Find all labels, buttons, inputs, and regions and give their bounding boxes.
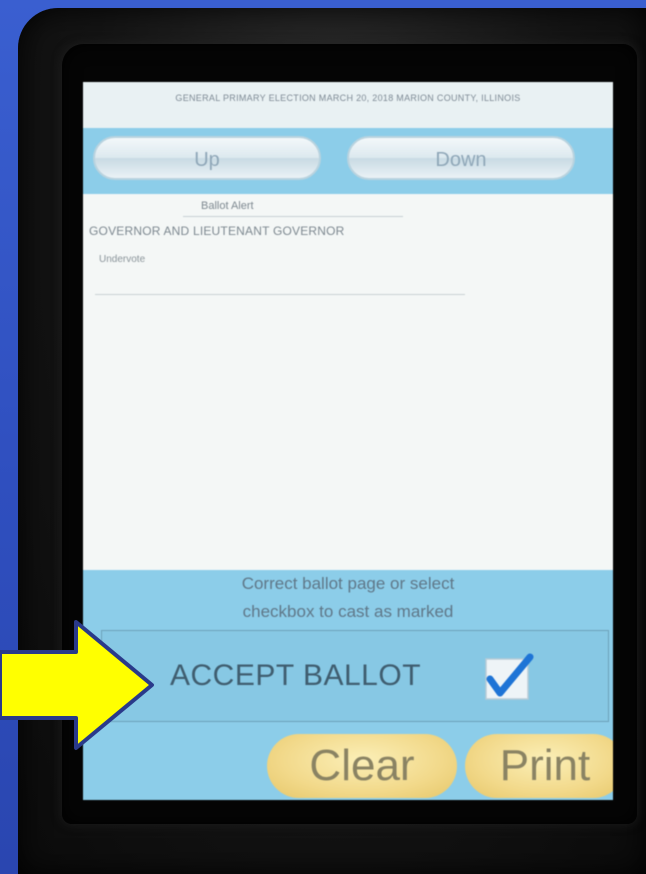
checkmark-icon[interactable] (482, 653, 536, 703)
ballot-alert-pane: Ballot Alert GOVERNOR AND LIEUTENANT GOV… (83, 194, 613, 570)
right-arrow-icon (0, 620, 154, 750)
race-name: GOVERNOR AND LIEUTENANT GOVERNOR (89, 224, 345, 238)
clear-button[interactable]: Clear (267, 734, 457, 798)
title-divider (183, 216, 403, 217)
instructions-line-1: Correct ballot page or select (241, 574, 455, 593)
instructions: Correct ballot page or select checkbox t… (83, 568, 613, 626)
instructions-line-2: checkbox to cast as marked (242, 602, 454, 621)
down-button[interactable]: Down (347, 136, 575, 180)
touch-screen: GENERAL PRIMARY ELECTION MARCH 20, 2018 … (83, 82, 613, 800)
race-divider (95, 294, 465, 295)
election-header: GENERAL PRIMARY ELECTION MARCH 20, 2018 … (83, 82, 613, 128)
up-button[interactable]: Up (93, 136, 321, 180)
race-status: Undervote (99, 254, 146, 265)
accept-ballot-label: ACCEPT BALLOT (170, 659, 422, 692)
print-button[interactable]: Print (465, 734, 613, 798)
accept-ballot-box[interactable]: ACCEPT BALLOT (101, 630, 609, 722)
ballot-alert-title: Ballot Alert (201, 200, 254, 212)
navigation-bar: Up Down (83, 128, 613, 194)
